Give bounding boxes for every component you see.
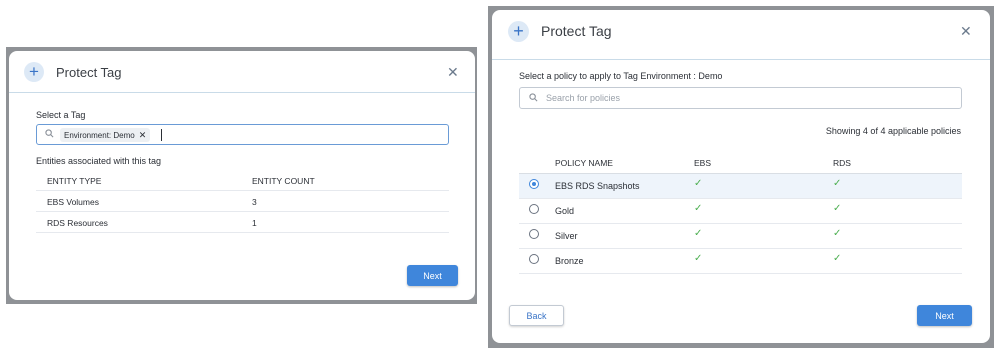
remove-icon[interactable]: ✕	[139, 130, 147, 140]
policy-name: EBS RDS Snapshots	[555, 181, 640, 191]
policy-name: Bronze	[555, 256, 584, 266]
entity-count: 1	[252, 218, 257, 228]
checkmark-icon: ✓	[833, 253, 842, 264]
dialog-header: + Protect Tag ✕	[492, 10, 990, 60]
policy-radio[interactable]	[529, 179, 539, 189]
policy-name: Silver	[555, 231, 578, 241]
table-header: ENTITY TYPE ENTITY COUNT	[36, 170, 449, 191]
plus-icon: +	[24, 62, 44, 82]
column-header: POLICY NAME	[555, 158, 613, 168]
select-policy-dialog: + Protect Tag ✕ Select a policy to apply…	[492, 10, 990, 343]
dialog-title: Protect Tag	[541, 23, 612, 39]
column-header: ENTITY TYPE	[47, 176, 102, 186]
policy-search-input[interactable]: Search for policies	[519, 87, 962, 109]
select-tag-dialog: + Protect Tag ✕ Select a Tag Environment…	[9, 51, 475, 300]
checkmark-icon: ✓	[833, 178, 842, 189]
text-cursor	[161, 129, 162, 141]
next-button[interactable]: Next	[917, 305, 972, 326]
tag-search-input[interactable]: Environment: Demo ✕	[36, 124, 449, 145]
checkmark-icon: ✓	[833, 228, 842, 239]
policy-row[interactable]: Silver ✓ ✓	[519, 224, 962, 249]
column-header: ENTITY COUNT	[252, 176, 315, 186]
tag-chip: Environment: Demo ✕	[60, 128, 151, 142]
column-header: EBS	[694, 158, 712, 168]
search-placeholder: Search for policies	[546, 93, 621, 103]
checkmark-icon: ✓	[694, 178, 703, 189]
policy-radio[interactable]	[529, 229, 539, 239]
dialog-header: + Protect Tag ✕	[9, 51, 475, 93]
checkmark-icon: ✓	[694, 203, 703, 214]
close-icon[interactable]: ✕	[447, 64, 459, 81]
entities-label: Entities associated with this tag	[36, 156, 162, 166]
policy-row[interactable]: EBS RDS Snapshots ✓ ✓	[519, 174, 962, 199]
checkmark-icon: ✓	[694, 228, 703, 239]
tag-chip-label: Environment: Demo	[64, 131, 135, 140]
checkmark-icon: ✓	[694, 253, 703, 264]
policy-row[interactable]: Gold ✓ ✓	[519, 199, 962, 224]
entity-type: EBS Volumes	[47, 197, 99, 207]
search-icon	[529, 93, 538, 104]
plus-icon: +	[508, 21, 529, 42]
table-row: RDS Resources 1	[36, 212, 449, 233]
column-header: RDS	[833, 158, 851, 168]
policy-name: Gold	[555, 206, 575, 216]
policy-radio[interactable]	[529, 204, 539, 214]
policy-radio[interactable]	[529, 254, 539, 264]
close-icon[interactable]: ✕	[960, 23, 972, 40]
back-button[interactable]: Back	[509, 305, 564, 326]
policy-count-text: Showing 4 of 4 applicable policies	[825, 126, 961, 136]
entity-count: 3	[252, 197, 257, 207]
table-header: POLICY NAME EBS RDS	[519, 151, 962, 174]
search-icon	[45, 129, 54, 140]
entity-type: RDS Resources	[47, 218, 108, 228]
checkmark-icon: ✓	[833, 203, 842, 214]
next-button[interactable]: Next	[407, 265, 458, 286]
policy-row[interactable]: Bronze ✓ ✓	[519, 249, 962, 274]
policy-prompt: Select a policy to apply to Tag Environm…	[519, 71, 723, 81]
dialog-title: Protect Tag	[56, 65, 122, 80]
table-row: EBS Volumes 3	[36, 191, 449, 212]
select-tag-label: Select a Tag	[36, 110, 86, 120]
